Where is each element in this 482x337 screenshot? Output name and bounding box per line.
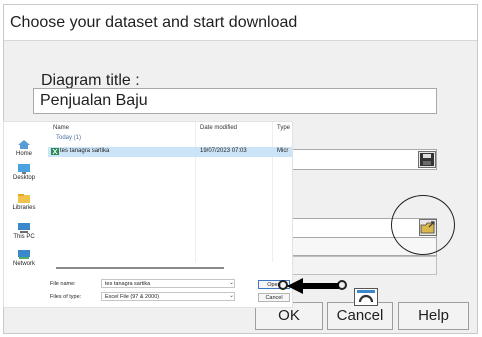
network-icon: [18, 250, 30, 259]
file-name: tes tanagra sartika: [60, 148, 110, 154]
nav-label: Libraries: [12, 205, 36, 211]
nav-network[interactable]: Network: [4, 249, 44, 267]
dialog-pointer-icon: [354, 288, 378, 306]
column-divider: [272, 122, 273, 262]
navigation-pane: Home Desktop Libraries This PC Network: [4, 122, 44, 307]
column-header-type[interactable]: Type: [277, 125, 290, 131]
column-header-name[interactable]: Name: [53, 125, 69, 131]
status-field: [286, 256, 437, 275]
floppy-save-icon: [420, 153, 434, 166]
nav-desktop[interactable]: Desktop: [4, 163, 44, 181]
horizontal-scrollbar[interactable]: [56, 267, 224, 269]
file-name-input[interactable]: tes tanagra sartika: [101, 279, 235, 288]
this-pc-icon: [18, 223, 30, 233]
diagram-title-input[interactable]: Penjualan Baju: [33, 88, 437, 114]
dialog-title: Choose your dataset and start download: [4, 5, 477, 41]
help-button[interactable]: Help: [398, 302, 469, 330]
arrow-left-icon: [287, 278, 339, 294]
column-divider: [195, 122, 196, 262]
chevron-down-icon: ⌄: [229, 293, 235, 299]
excel-file-icon: [51, 148, 59, 155]
open-file-dialog: Home Desktop Libraries This PC Network N…: [3, 121, 293, 308]
desktop-icon: [18, 164, 30, 174]
nav-label: This PC: [13, 234, 35, 240]
nav-this-pc[interactable]: This PC: [4, 222, 44, 240]
group-header: Today (1): [56, 135, 82, 141]
chevron-down-icon: ⌄: [229, 280, 235, 286]
nav-home[interactable]: Home: [4, 139, 44, 157]
nav-libraries[interactable]: Libraries: [4, 193, 44, 211]
nav-label: Home: [15, 151, 32, 157]
libraries-icon: [18, 194, 30, 203]
highlight-circle: [391, 195, 455, 255]
file-date: 19/07/2023 07:03: [200, 148, 247, 154]
file-type-select[interactable]: Excel File (97 & 2000): [101, 292, 235, 301]
dataset-path-field[interactable]: [286, 149, 437, 170]
file-type: Micr: [277, 148, 289, 154]
home-icon: [18, 140, 30, 149]
file-row[interactable]: tes tanagra sartika 19/07/2023 07:03 Mic…: [48, 147, 292, 157]
file-name-label: File name:: [50, 281, 76, 287]
save-button[interactable]: [418, 151, 436, 168]
nav-label: Desktop: [12, 175, 35, 181]
cancel-button[interactable]: Cancel: [327, 302, 393, 330]
file-type-label: Files of type:: [50, 294, 82, 300]
column-header-date[interactable]: Date modified: [200, 125, 237, 131]
nav-label: Network: [12, 261, 35, 267]
